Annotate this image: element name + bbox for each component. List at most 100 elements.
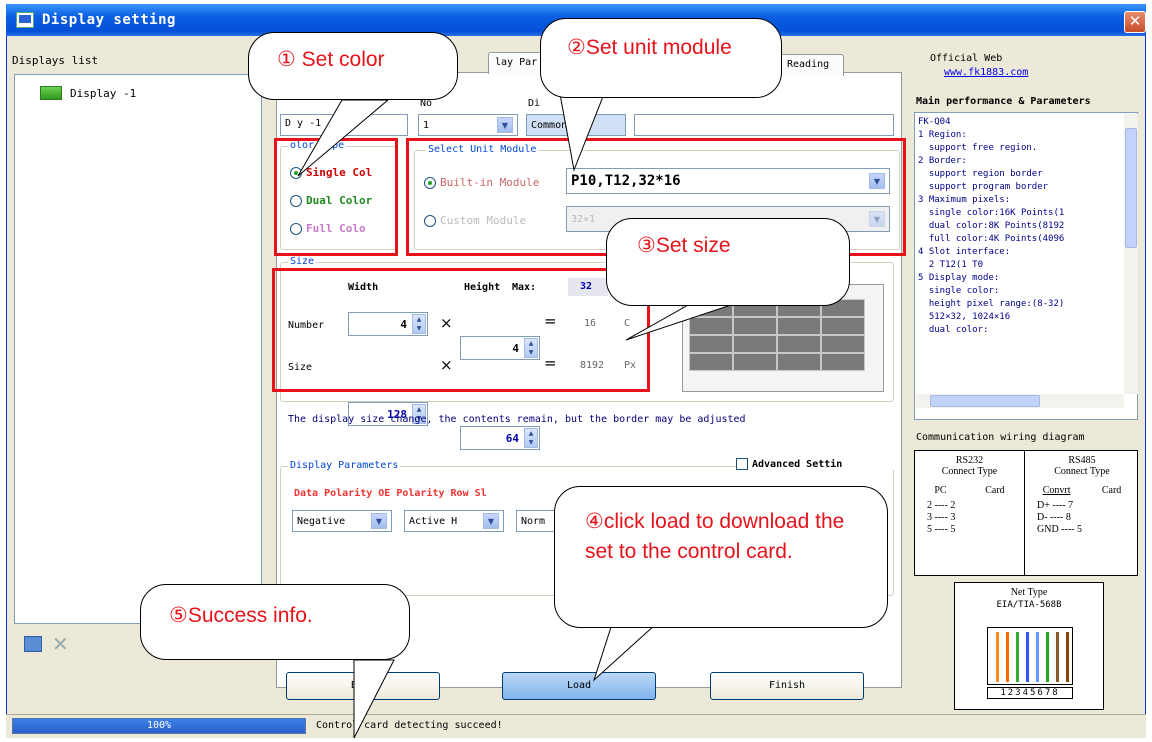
main-perf-text: FK-Q04 1 Region: support free region. 2 …: [918, 117, 1065, 335]
rj45-wire: [1016, 632, 1019, 682]
module-cell: [689, 353, 733, 371]
module-cell: [777, 317, 821, 335]
list-toolbar: ✕: [24, 632, 69, 656]
perf-vertical-scrollbar[interactable]: [1124, 114, 1138, 394]
module-cell: [821, 335, 865, 353]
oe-polarity-combo[interactable]: Active H ▼: [404, 510, 504, 532]
chevron-down-icon[interactable]: ▼: [483, 513, 499, 529]
tree-item-label: Display -1: [70, 86, 137, 100]
main-perf-title: Main performance & Parameters: [916, 96, 1091, 107]
net-type-standard: EIA/TIA-568B: [996, 600, 1062, 610]
size-height-value: 64: [505, 431, 519, 445]
no-combo-value: 1: [423, 119, 430, 131]
module-cell: [733, 335, 777, 353]
rs485-row: GND ---- 5: [1037, 524, 1082, 535]
type-combo[interactable]: Common: [526, 114, 626, 136]
pc-label: PC: [934, 485, 947, 496]
rj45-wire: [1046, 632, 1049, 682]
pin-numbers: 12345678: [987, 687, 1073, 699]
chevron-down-icon[interactable]: ▼: [497, 117, 513, 133]
displays-tree[interactable]: [14, 74, 262, 624]
module-cell: [777, 335, 821, 353]
row-sl-value: Norm: [521, 515, 546, 527]
advanced-settings-checkbox[interactable]: Advanced Settin: [736, 458, 896, 470]
data-polarity-value: Negative: [297, 515, 346, 527]
tree-item-display-1[interactable]: Display -1: [40, 86, 136, 100]
module-cell: [821, 317, 865, 335]
scroll-thumb[interactable]: [1125, 128, 1137, 248]
rs232-cols: PC Card: [915, 485, 1024, 496]
wiring-diagram: RS232 Connect Type PC Card 2 ---- 2 3 ---…: [914, 450, 1138, 576]
wiring-title: Communication wiring diagram: [916, 432, 1085, 443]
size-height-stepper[interactable]: 64 ▲ ▼: [460, 426, 540, 450]
type-combo-value: Common: [531, 119, 568, 131]
rj45-wire: [1026, 632, 1029, 682]
rj45-wire: [1056, 632, 1059, 682]
module-cell: [689, 335, 733, 353]
back-button[interactable]: Back: [286, 672, 440, 700]
module-cell: [733, 353, 777, 371]
card-label: Card: [985, 485, 1005, 496]
description-field[interactable]: [634, 114, 894, 136]
highlight-color-type: [274, 138, 398, 256]
rs485-title: RS485 Connect Type: [1054, 455, 1110, 477]
callout-set-color: ① Set color: [248, 32, 458, 100]
size-title: Size: [288, 256, 317, 267]
net-type-title: Net Type: [1010, 587, 1048, 598]
finish-button[interactable]: Finish: [710, 672, 864, 700]
display-name-field[interactable]: D y -1: [280, 114, 408, 136]
rs232-row: 2 ---- 2: [927, 500, 956, 511]
rs232-row: 5 ---- 5: [927, 524, 956, 535]
no-combo[interactable]: 1 ▼: [418, 114, 518, 136]
params-headers: Data Polarity OE Polarity Row Sl: [294, 488, 487, 499]
perf-horizontal-scrollbar[interactable]: [916, 394, 1124, 408]
net-type-box: Net Type EIA/TIA-568B 12345678: [954, 582, 1104, 710]
load-button[interactable]: Load: [502, 672, 656, 700]
progress-bar: 100%: [12, 718, 306, 734]
rs232-section: RS232 Connect Type PC Card 2 ---- 2 3 ---…: [915, 451, 1025, 575]
callout-set-unit-module: ②Set unit module: [540, 18, 782, 98]
add-display-icon[interactable]: [24, 636, 42, 652]
display-icon: [40, 86, 62, 100]
rj45-connector-icon: [987, 627, 1073, 685]
checkbox-box: [736, 458, 748, 470]
convert-label: Convrt: [1042, 485, 1071, 496]
module-cell: [733, 317, 777, 335]
module-cell: [821, 353, 865, 371]
callout-set-size: ③Set size: [606, 218, 850, 306]
callout-click-load: ④click load to download the set to the c…: [554, 486, 888, 628]
app-icon: [16, 12, 34, 28]
rs485-rows: D+ ---- 7 D- ---- 8 GND ---- 5: [1027, 500, 1137, 536]
callout-success-info: ⑤Success info.: [140, 584, 410, 660]
displays-list-label: Displays list: [12, 54, 99, 67]
official-web: Official Web www.fk1883.com: [930, 52, 1028, 80]
chevron-down-icon[interactable]: ▼: [371, 513, 387, 529]
type-label: Di: [528, 98, 541, 109]
data-polarity-combo[interactable]: Negative ▼: [292, 510, 392, 532]
rs485-row: D- ---- 8: [1037, 512, 1071, 523]
scroll-thumb[interactable]: [930, 395, 1040, 407]
rj45-wire: [1036, 632, 1039, 682]
rs232-rows: 2 ---- 2 3 ---- 3 5 ---- 5: [915, 500, 1024, 536]
module-grid: [689, 299, 865, 371]
card-label: Card: [1101, 485, 1122, 496]
module-cell: [689, 317, 733, 335]
rj45-wire: [1006, 632, 1009, 682]
rs485-cols: Convrt Card: [1027, 485, 1137, 496]
highlight-size: [272, 268, 650, 392]
rs485-section: RS485 Connect Type Convrt Card D+ ---- 7 …: [1027, 451, 1137, 575]
size-change-note: The display size change, the contents re…: [288, 414, 746, 425]
delete-display-icon[interactable]: ✕: [52, 632, 69, 656]
advanced-settings-label: Advanced Settin: [752, 458, 843, 470]
rj45-wire: [1066, 632, 1069, 682]
rj45-wire: [996, 632, 999, 682]
oe-polarity-value: Active H: [409, 515, 458, 527]
rs232-row: 3 ---- 3: [927, 512, 956, 523]
close-icon[interactable]: ✕: [1124, 11, 1146, 33]
stepper-arrows-icon[interactable]: ▲ ▼: [524, 428, 538, 448]
display-params-title: Display Parameters: [288, 460, 401, 471]
status-message: Control card detecting succeed!: [316, 720, 503, 731]
official-web-link[interactable]: www.fk1883.com: [930, 66, 1028, 80]
rs485-row: D+ ---- 7: [1037, 500, 1074, 511]
tab-reading[interactable]: Reading: [780, 54, 844, 76]
